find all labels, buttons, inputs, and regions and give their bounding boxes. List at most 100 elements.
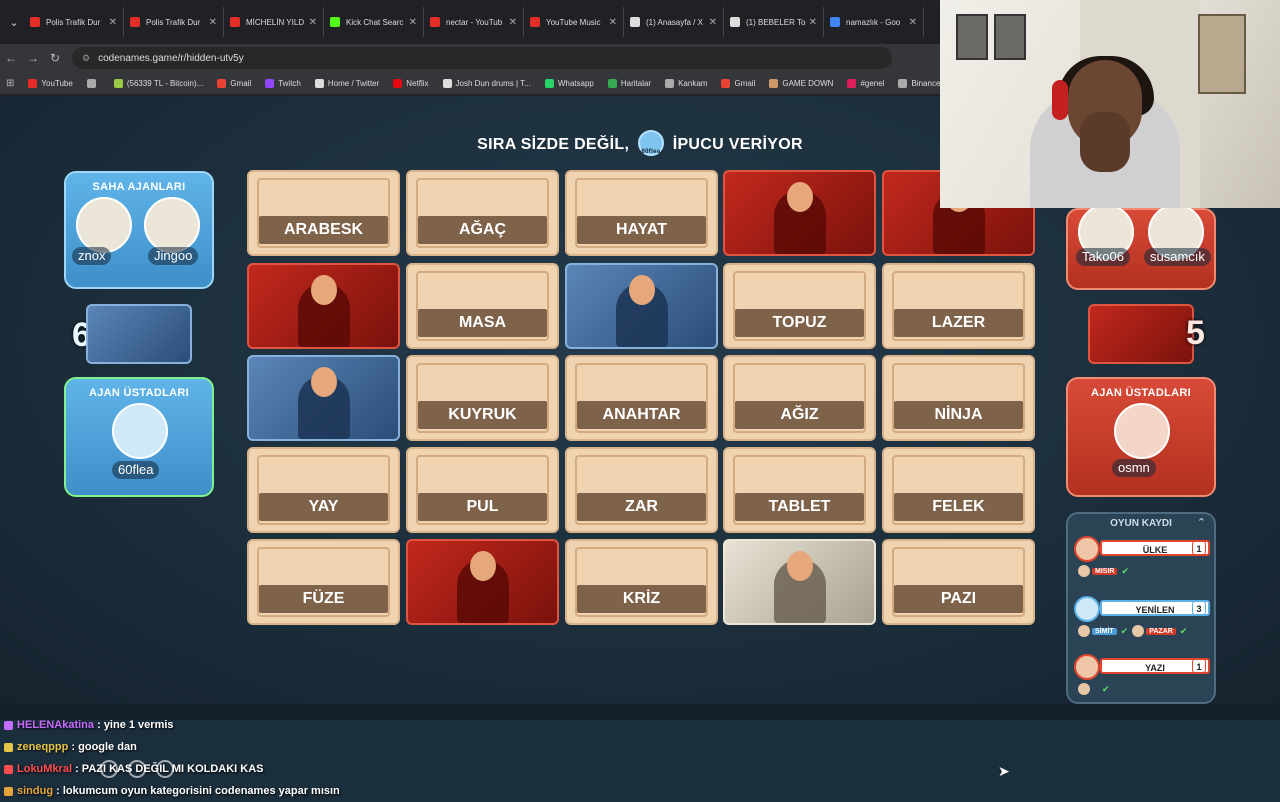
overlay-control-icon[interactable] [100,760,118,778]
revealed-blue-card[interactable] [247,355,400,441]
agent-head [628,275,655,305]
mouse-cursor-icon: ➤ [998,763,1010,779]
word-card[interactable]: AĞAÇ [406,170,559,256]
overlay-control-icon[interactable] [156,760,174,778]
browser-tab[interactable]: Polis Trafik Dur ✕ [124,7,224,37]
browser-tab[interactable]: Kick Chat Searc ✕ [324,7,424,37]
bookmark-favicon-icon [769,78,779,88]
word-label: YAY [259,493,388,521]
revealed-bystander-card[interactable] [723,539,876,625]
tab-close-icon[interactable]: ✕ [109,17,117,28]
apps-grid-icon[interactable]: ⊞ [6,78,14,89]
word-card[interactable]: HAYAT [565,170,718,256]
bookmark[interactable]: Kankam [665,78,707,88]
tab-close-icon[interactable]: ✕ [809,17,817,28]
revealed-red-card[interactable] [247,263,400,349]
word-card[interactable]: ZAR [565,447,718,533]
tab-close-icon[interactable]: ✕ [709,17,717,28]
word-card[interactable]: FELEK [882,447,1035,533]
tab-close-icon[interactable]: ✕ [909,17,917,28]
word-card[interactable]: TOPUZ [723,263,876,349]
tab-close-icon[interactable]: ✕ [209,17,217,28]
tab-close-icon[interactable]: ✕ [509,17,517,28]
bookmark[interactable]: Gmail [721,78,755,88]
word-card[interactable]: NİNJA [882,355,1035,441]
avatar [76,197,132,253]
browser-tab[interactable]: YouTube Music ✕ [524,7,624,37]
bookmark[interactable]: GAME DOWN [769,78,833,88]
tab-title: Polis Trafik Dur [46,17,101,27]
word-card[interactable]: PAZI [882,539,1035,625]
bookmark-label: Home / Twitter [327,78,380,88]
word-card[interactable]: PUL [406,447,559,533]
word-card[interactable]: YAY [247,447,400,533]
tab-close-icon[interactable]: ✕ [409,17,417,28]
bookmark[interactable]: Gmail [217,78,251,88]
headset-icon [1052,80,1068,120]
site-info-icon[interactable]: ⚙ [82,53,90,64]
word-card[interactable]: LAZER [882,263,1035,349]
word-label: ZAR [577,493,706,521]
player-name[interactable]: susamcık [1144,248,1211,266]
revealed-red-card[interactable] [406,539,559,625]
check-icon: ✔ [1121,565,1129,576]
back-icon[interactable]: ← [0,51,22,65]
bookmark[interactable]: Twitch [265,78,301,88]
word-card[interactable]: KRİZ [565,539,718,625]
bookmark[interactable]: Haritalar [607,78,651,88]
player-name[interactable]: znox [72,247,112,265]
word-label: LAZER [894,309,1023,337]
browser-tab[interactable]: namazlık - Goo ✕ [824,7,924,37]
clue-giver-avatar [1074,596,1100,622]
stream-chat: HELENAkatina : yine 1 vermis zeneqppp : g… [4,714,604,802]
bookmark[interactable]: YouTube [28,78,73,88]
word-card[interactable]: FÜZE [247,539,400,625]
collapse-icon[interactable]: ⌃ [1197,516,1206,529]
bookmark[interactable]: (56339 TL - Bitcoin)... [113,78,203,88]
bookmark[interactable]: #genel [847,78,884,88]
bookmark[interactable]: Home / Twitter [314,78,380,88]
browser-tab[interactable]: (1) BEBELER To ✕ [724,7,824,37]
browser-tab[interactable]: Polis Trafik Dur ✕ [24,7,124,37]
agent-head [786,182,813,212]
reload-icon[interactable]: ↻ [44,51,66,65]
word-label: ARABESK [259,216,388,244]
bookmark-label: Binance [911,78,941,88]
word-card[interactable]: ANAHTAR [565,355,718,441]
word-label: AĞIZ [735,401,864,429]
forward-icon[interactable]: → [22,51,44,65]
tab-search-chevron-icon[interactable]: ⌄ [4,12,24,32]
overlay-control-icon[interactable] [128,760,146,778]
tab-close-icon[interactable]: ✕ [609,17,617,28]
webcam-overlay [940,0,1280,208]
guess: MISIR [1078,565,1118,577]
player-name[interactable]: Jingoo [148,247,199,265]
word-card[interactable]: TABLET [723,447,876,533]
tab-favicon-icon [830,17,840,27]
bookmark[interactable]: Whatsapp [544,78,594,88]
bookmark[interactable]: Binance [898,78,941,88]
tab-title: nectar - YouTub [446,17,503,27]
guess-word: PAZAR [1146,627,1176,635]
chat-badge-icon [4,764,13,774]
chat-username: sindug [17,785,54,797]
bookmark[interactable] [86,78,100,88]
player-name[interactable]: Tako06 [1076,248,1130,266]
tab-title: (1) Anasayfa / X [646,17,703,27]
tab-close-icon[interactable]: ✕ [309,17,317,28]
url-input[interactable]: ⚙ codenames.game/r/hidden-utv5y [72,47,892,69]
revealed-blue-card[interactable] [565,263,718,349]
browser-tab[interactable]: MİCHELİN YILD ✕ [224,7,324,37]
spymaster-name[interactable]: osmn [1112,459,1156,477]
blue-operatives-title: SAHA AJANLARI [92,181,186,193]
browser-tab[interactable]: (1) Anasayfa / X ✕ [624,7,724,37]
spymaster-name[interactable]: 60flea [112,461,160,479]
bookmark[interactable]: Netflix [393,78,429,88]
word-card[interactable]: AĞIZ [723,355,876,441]
word-card[interactable]: ARABESK [247,170,400,256]
revealed-red-card[interactable] [723,170,876,256]
word-card[interactable]: MASA [406,263,559,349]
word-card[interactable]: KUYRUK [406,355,559,441]
browser-tab[interactable]: nectar - YouTub ✕ [424,7,524,37]
bookmark[interactable]: Josh Dun drums | T... [442,78,531,88]
